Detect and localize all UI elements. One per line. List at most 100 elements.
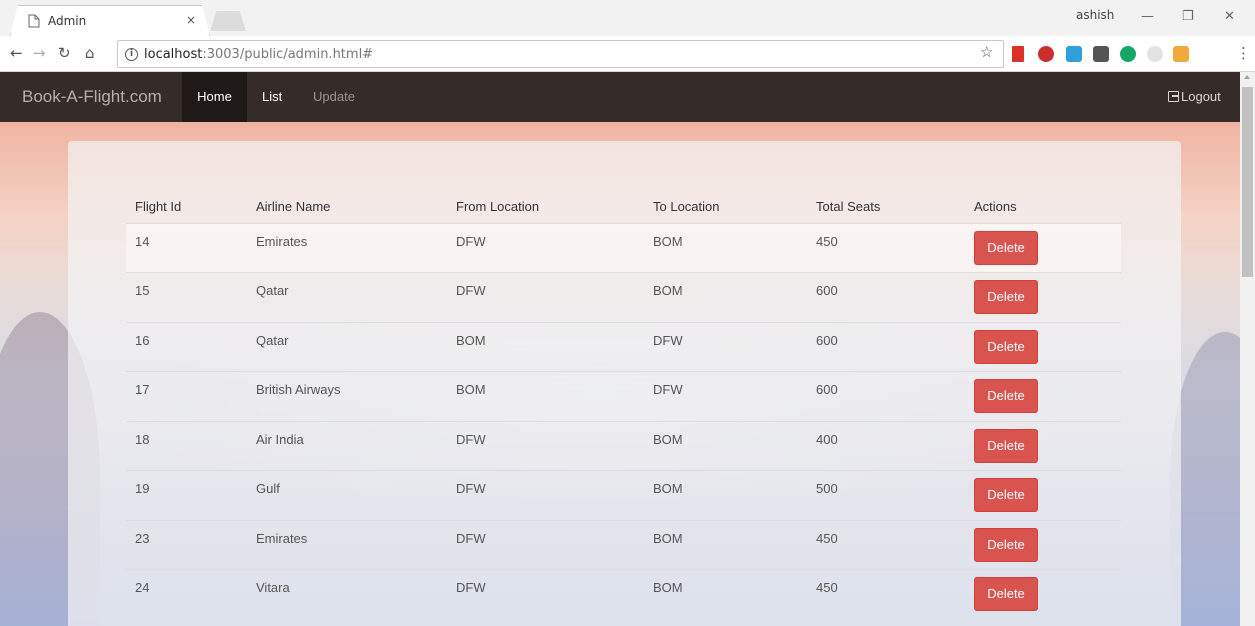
- url-path: :3003/public/admin.html#: [202, 46, 374, 62]
- cell-from: DFW: [447, 519, 644, 570]
- scroll-up-icon[interactable]: [1244, 75, 1250, 79]
- cell-from: DFW: [447, 420, 644, 471]
- cell-seats: 500: [807, 470, 965, 520]
- table-header-row: Flight Id Airline Name From Location To …: [126, 191, 1121, 223]
- cell-to: DFW: [644, 371, 807, 421]
- cell-to: DFW: [644, 321, 807, 372]
- adblock-icon[interactable]: [1038, 46, 1054, 62]
- cell-actions: Delete: [965, 569, 1121, 619]
- cell-flight-id: 15: [126, 272, 247, 322]
- cell-flight-id: 17: [126, 371, 247, 421]
- cell-seats: 600: [807, 272, 965, 322]
- delete-button[interactable]: Delete: [974, 527, 1038, 562]
- table-row: 19 Gulf DFW BOM 500 Delete: [126, 470, 1121, 520]
- profile-name[interactable]: ashish: [1076, 8, 1114, 22]
- cell-seats: 600: [807, 371, 965, 421]
- header-total-seats: Total Seats: [816, 199, 881, 215]
- cell-airline: Gulf: [247, 470, 447, 520]
- flights-table: Flight Id Airline Name From Location To …: [126, 191, 1121, 619]
- table-row: 14 Emirates DFW BOM 450 Delete: [126, 222, 1121, 273]
- logout-link[interactable]: Logout: [1168, 89, 1221, 104]
- cell-airline: Emirates: [247, 519, 447, 570]
- scroll-thumb[interactable]: [1242, 87, 1253, 277]
- header-actions: Actions: [974, 199, 1017, 215]
- grammarly-icon[interactable]: [1120, 46, 1136, 62]
- back-icon[interactable]: ←: [10, 44, 23, 62]
- new-tab-button[interactable]: [210, 11, 246, 31]
- cell-seats: 450: [807, 569, 965, 619]
- cell-flight-id: 23: [126, 519, 247, 570]
- cell-flight-id: 18: [126, 420, 247, 471]
- table-row: 15 Qatar DFW BOM 600 Delete: [126, 272, 1121, 322]
- cell-seats: 400: [807, 420, 965, 471]
- delete-button[interactable]: Delete: [974, 280, 1038, 314]
- extension-bookmark-icon[interactable]: [1012, 46, 1024, 62]
- delete-button[interactable]: Delete: [974, 230, 1038, 265]
- cell-airline: Air India: [247, 420, 447, 471]
- page-scrollbar[interactable]: [1240, 72, 1255, 626]
- minimize-icon[interactable]: —: [1141, 9, 1154, 24]
- table-row: 23 Emirates DFW BOM 450 Delete: [126, 519, 1121, 570]
- cell-from: BOM: [447, 321, 644, 372]
- menu-icon[interactable]: ⋮: [1236, 44, 1251, 62]
- logout-icon: [1168, 91, 1179, 102]
- delete-button[interactable]: Delete: [974, 329, 1038, 364]
- close-window-icon[interactable]: ✕: [1224, 9, 1235, 24]
- cell-seats: 600: [807, 321, 965, 372]
- site-navbar: Book-A-Flight.com Home List Update Logou…: [0, 72, 1240, 122]
- delete-button[interactable]: Delete: [974, 428, 1038, 463]
- extension-square-icon[interactable]: [1093, 46, 1109, 62]
- table-row: 17 British Airways BOM DFW 600 Delete: [126, 371, 1121, 421]
- cell-from: DFW: [447, 222, 644, 273]
- cell-flight-id: 24: [126, 569, 247, 619]
- cell-from: BOM: [447, 371, 644, 421]
- info-icon[interactable]: i: [125, 47, 138, 61]
- header-airline-name: Airline Name: [256, 199, 331, 215]
- header-flight-id: Flight Id: [135, 199, 182, 215]
- nav-update[interactable]: Update: [313, 72, 355, 122]
- cell-to: BOM: [644, 222, 807, 273]
- cell-actions: Delete: [965, 519, 1121, 570]
- flights-table-body: 14 Emirates DFW BOM 450 Delete 15 Qatar …: [126, 222, 1121, 619]
- cell-from: DFW: [447, 569, 644, 619]
- cell-from: DFW: [447, 272, 644, 322]
- cell-actions: Delete: [965, 272, 1121, 322]
- brand-link[interactable]: Book-A-Flight.com: [22, 87, 162, 107]
- table-row: 16 Qatar BOM DFW 600 Delete: [126, 321, 1121, 372]
- tab-title: Admin: [48, 13, 87, 28]
- cell-to: BOM: [644, 569, 807, 619]
- tab-close-icon[interactable]: ×: [186, 13, 196, 27]
- cell-airline: Emirates: [247, 222, 447, 273]
- cell-actions: Delete: [965, 222, 1121, 273]
- extension-profile-icon[interactable]: [1173, 46, 1189, 62]
- home-icon[interactable]: ⌂: [85, 44, 95, 62]
- cell-seats: 450: [807, 519, 965, 570]
- cell-flight-id: 16: [126, 321, 247, 372]
- nav-home[interactable]: Home: [182, 72, 247, 122]
- browser-tabstrip: Admin × ashish — ❐ ✕: [0, 0, 1255, 36]
- reload-icon[interactable]: ↻: [58, 44, 71, 62]
- browser-tab-content[interactable]: Admin: [22, 5, 207, 36]
- cell-to: BOM: [644, 272, 807, 322]
- cell-to: BOM: [644, 470, 807, 520]
- cell-airline: Qatar: [247, 272, 447, 322]
- extension-window-icon[interactable]: [1066, 46, 1082, 62]
- table-row: 18 Air India DFW BOM 400 Delete: [126, 420, 1121, 471]
- delete-button[interactable]: Delete: [974, 478, 1038, 512]
- extension-link-icon[interactable]: [1147, 46, 1163, 62]
- bookmark-star-icon[interactable]: ☆: [980, 43, 993, 61]
- cell-seats: 450: [807, 222, 965, 273]
- cell-actions: Delete: [965, 470, 1121, 520]
- delete-button[interactable]: Delete: [974, 577, 1038, 611]
- nav-list[interactable]: List: [262, 72, 282, 122]
- cell-flight-id: 19: [126, 470, 247, 520]
- logout-label: Logout: [1181, 89, 1221, 104]
- delete-button[interactable]: Delete: [974, 379, 1038, 413]
- header-to-location: To Location: [653, 199, 720, 215]
- page-icon: [28, 14, 40, 27]
- cell-flight-id: 14: [126, 222, 247, 273]
- cell-actions: Delete: [965, 321, 1121, 372]
- restore-icon[interactable]: ❐: [1182, 9, 1194, 24]
- address-bar[interactable]: i localhost:3003/public/admin.html#: [117, 40, 1004, 68]
- forward-icon[interactable]: →: [33, 44, 46, 62]
